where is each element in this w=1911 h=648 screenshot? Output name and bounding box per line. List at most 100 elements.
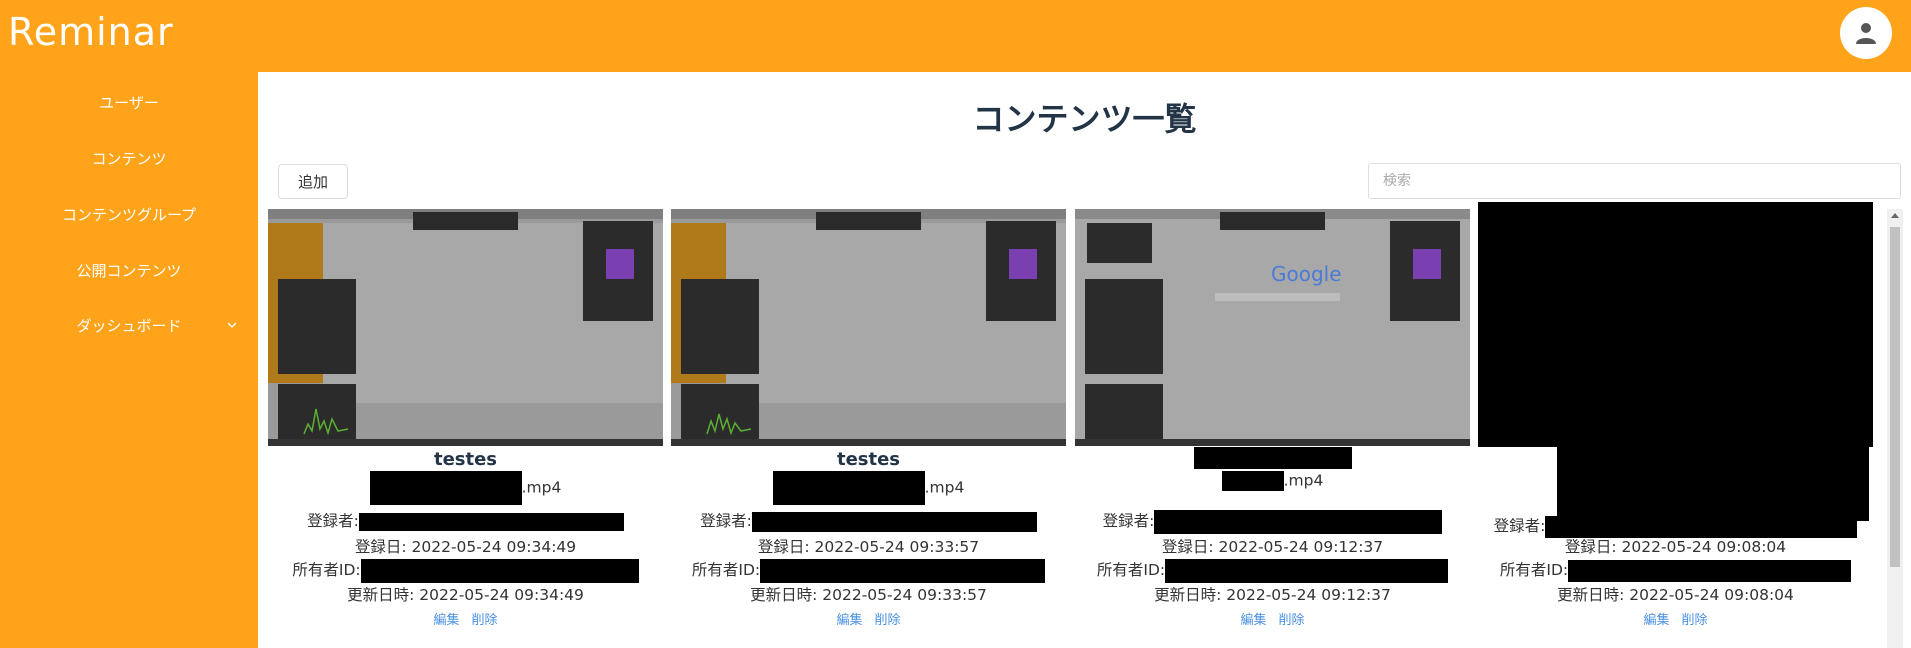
card-filename: .mp4 xyxy=(1075,471,1470,491)
sidebar-item-label: ダッシュボード xyxy=(76,316,182,335)
registered-label: 登録日: xyxy=(354,538,412,556)
redacted-block xyxy=(1557,447,1869,471)
delete-link[interactable]: 削除 xyxy=(1682,613,1708,628)
owner-label: 所有者ID: xyxy=(1499,561,1569,579)
app-logo[interactable]: Reminar xyxy=(8,10,174,54)
updated-value: 2022-05-24 09:34:49 xyxy=(419,586,584,604)
user-avatar-button[interactable] xyxy=(1840,7,1892,59)
registered-label: 登録日: xyxy=(1161,538,1219,556)
redacted-block xyxy=(1568,559,1852,582)
redacted-block xyxy=(751,511,1037,532)
registrant-label: 登録者: xyxy=(1102,512,1155,530)
edit-link[interactable]: 編集 xyxy=(1240,613,1266,628)
registrant-label: 登録者: xyxy=(700,512,752,530)
search-input[interactable] xyxy=(1368,163,1901,199)
add-button[interactable]: 追加 xyxy=(278,164,348,199)
redacted-block xyxy=(358,512,624,531)
delete-link[interactable]: 削除 xyxy=(1279,613,1305,628)
card-title xyxy=(1478,447,1873,471)
card-registered-date: 登録日: 2022-05-24 09:33:57 xyxy=(671,535,1066,557)
updated-value: 2022-05-24 09:08:04 xyxy=(1629,586,1794,604)
file-extension: .mp4 xyxy=(924,478,965,497)
card-updated-date: 更新日時: 2022-05-24 09:12:37 xyxy=(1075,583,1470,605)
card-registered-date: 登録日: 2022-05-24 09:34:49 xyxy=(268,535,663,557)
updated-label: 更新日時: xyxy=(1154,586,1227,604)
redacted-block xyxy=(360,558,639,583)
registered-value: 2022-05-24 09:34:49 xyxy=(411,538,577,556)
updated-label: 更新日時: xyxy=(750,586,823,604)
owner-label: 所有者ID: xyxy=(292,561,361,579)
redacted-block xyxy=(1221,471,1284,491)
redacted-block xyxy=(369,471,522,505)
app-header: Reminar xyxy=(0,0,1911,72)
card-owner: 所有者ID: xyxy=(671,558,1066,583)
redacted-block xyxy=(1154,509,1443,534)
sidebar-item-content-groups[interactable]: コンテンツグループ xyxy=(0,194,258,234)
sidebar-item-public-contents[interactable]: 公開コンテンツ xyxy=(0,250,258,290)
card-registered-date: 登録日: 2022-05-24 09:08:04 xyxy=(1478,535,1873,557)
card-actions: 編集 削除 xyxy=(671,609,1066,628)
edit-link[interactable]: 編集 xyxy=(433,613,459,628)
page-title: コンテンツ一覧 xyxy=(972,100,1197,138)
content-card: testes .mp4 登録者: 登録日: 2022-05-24 09:33:5… xyxy=(671,209,1066,648)
delete-link[interactable]: 削除 xyxy=(875,613,901,628)
card-registered-date: 登録日: 2022-05-24 09:12:37 xyxy=(1075,535,1470,557)
card-actions: 編集 削除 xyxy=(268,609,663,628)
updated-value: 2022-05-24 09:12:37 xyxy=(1226,586,1391,604)
redacted-block xyxy=(772,471,925,505)
card-updated-date: 更新日時: 2022-05-24 09:33:57 xyxy=(671,583,1066,605)
file-extension: .mp4 xyxy=(521,478,562,497)
scroll-up-arrow-icon[interactable] xyxy=(1891,213,1899,218)
card-actions: 編集 削除 xyxy=(1478,609,1873,628)
card-owner: 所有者ID: xyxy=(1075,558,1470,583)
main-content: コンテンツ一覧 追加 testes .mp4 登録者: xyxy=(258,72,1911,648)
user-icon xyxy=(1856,23,1876,44)
edit-link[interactable]: 編集 xyxy=(836,613,862,628)
updated-value: 2022-05-24 09:33:57 xyxy=(822,586,987,604)
owner-label: 所有者ID: xyxy=(1096,561,1166,579)
sidebar: ユーザー コンテンツ コンテンツグループ 公開コンテンツ ダッシュボード xyxy=(0,72,258,648)
card-owner: 所有者ID: xyxy=(268,558,663,583)
registered-label: 登録日: xyxy=(1564,538,1622,556)
sidebar-item-dashboard[interactable]: ダッシュボード xyxy=(0,305,258,345)
card-title xyxy=(1075,447,1470,469)
video-thumbnail[interactable] xyxy=(268,209,663,446)
card-registrant: 登録者: xyxy=(1478,514,1873,538)
card-registrant: 登録者: xyxy=(1075,509,1470,534)
video-thumbnail[interactable]: Google xyxy=(1075,209,1470,446)
updated-label: 更新日時: xyxy=(347,586,420,604)
card-updated-date: 更新日時: 2022-05-24 09:34:49 xyxy=(268,583,663,605)
chevron-down-icon xyxy=(227,322,237,328)
delete-link[interactable]: 削除 xyxy=(472,613,498,628)
video-thumbnail[interactable] xyxy=(1478,202,1873,447)
card-title: testes xyxy=(433,449,498,470)
redacted-block xyxy=(760,558,1046,583)
card-title: testes xyxy=(836,449,901,470)
content-card: 登録者: 登録日: 2022-05-24 09:08:04 所有者ID: 更新日… xyxy=(1478,202,1873,648)
registrant-label: 登録者: xyxy=(307,512,359,530)
video-thumbnail[interactable] xyxy=(671,209,1066,446)
card-actions: 編集 削除 xyxy=(1075,609,1470,628)
card-registrant: 登録者: xyxy=(671,509,1066,532)
redacted-block xyxy=(1165,558,1449,583)
svg-text:Google: Google xyxy=(1271,262,1342,286)
vertical-scrollbar[interactable] xyxy=(1887,209,1903,648)
card-updated-date: 更新日時: 2022-05-24 09:08:04 xyxy=(1478,583,1873,605)
updated-label: 更新日時: xyxy=(1557,586,1630,604)
registered-value: 2022-05-24 09:08:04 xyxy=(1621,538,1787,556)
card-filename: .mp4 xyxy=(671,471,1066,505)
owner-label: 所有者ID: xyxy=(691,561,761,579)
registered-value: 2022-05-24 09:33:57 xyxy=(814,538,980,556)
file-extension: .mp4 xyxy=(1283,471,1324,490)
registrant-label: 登録者: xyxy=(1493,517,1546,535)
content-card: testes .mp4 登録者: 登録日: 2022-05-24 09:34:4… xyxy=(268,209,663,648)
card-registrant: 登録者: xyxy=(268,509,663,531)
registered-label: 登録日: xyxy=(757,538,815,556)
sidebar-item-users[interactable]: ユーザー xyxy=(0,82,258,122)
scrollbar-thumb[interactable] xyxy=(1890,227,1900,567)
redacted-block xyxy=(1193,447,1352,469)
edit-link[interactable]: 編集 xyxy=(1643,613,1669,628)
card-owner: 所有者ID: xyxy=(1478,558,1873,582)
sidebar-item-contents[interactable]: コンテンツ xyxy=(0,138,258,178)
registered-value: 2022-05-24 09:12:37 xyxy=(1218,538,1384,556)
